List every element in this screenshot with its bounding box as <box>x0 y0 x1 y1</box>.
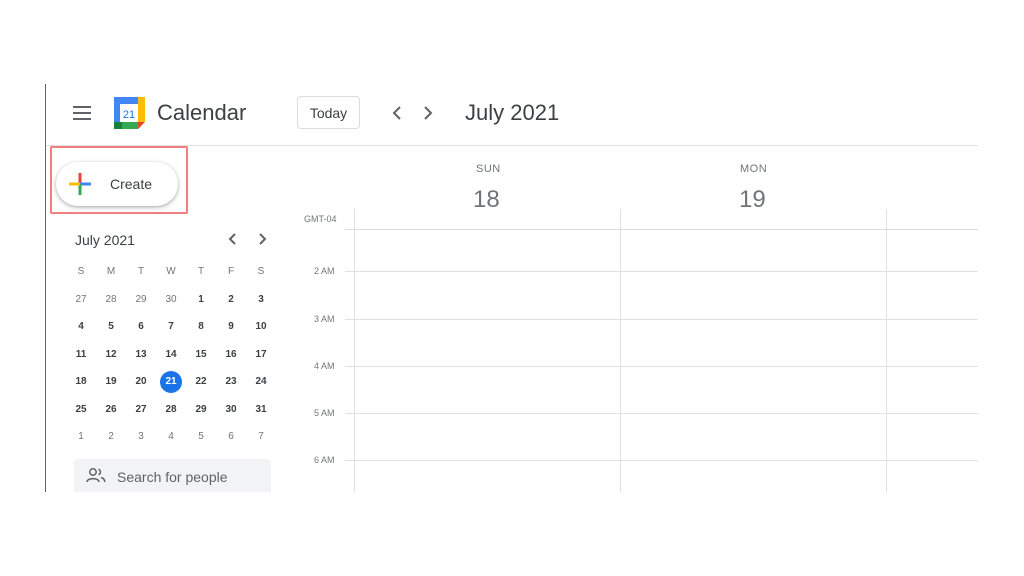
mini-day[interactable]: 27 <box>66 288 96 310</box>
day-number-sun[interactable]: 18 <box>473 186 500 214</box>
people-icon <box>86 468 106 483</box>
mini-day[interactable]: 26 <box>96 398 126 420</box>
mini-day[interactable]: 2 <box>96 426 126 448</box>
mini-day[interactable]: 16 <box>216 343 246 365</box>
mini-day[interactable]: 1 <box>66 426 96 448</box>
week-row: 27 28 29 30 1 2 3 <box>66 286 276 314</box>
mini-day[interactable]: 11 <box>66 343 96 365</box>
mini-calendar-grid: S M T W T F S 27 28 29 30 1 2 3 4 5 6 7 … <box>66 258 276 451</box>
mini-day-selected[interactable]: 21 <box>156 370 186 393</box>
mini-day[interactable]: 19 <box>96 371 126 393</box>
mini-day[interactable]: 30 <box>156 288 186 310</box>
mini-day[interactable]: 15 <box>186 343 216 365</box>
mini-day[interactable]: 31 <box>246 398 276 420</box>
mini-day[interactable]: 6 <box>216 426 246 448</box>
mini-day[interactable]: 3 <box>126 426 156 448</box>
mini-day[interactable]: 13 <box>126 343 156 365</box>
day-name-sun: SUN <box>476 163 501 175</box>
mini-day[interactable]: 5 <box>186 426 216 448</box>
create-button[interactable]: Create <box>56 162 178 206</box>
weekday-label: S <box>257 266 265 278</box>
mini-day[interactable]: 17 <box>246 343 276 365</box>
plus-icon <box>69 173 91 195</box>
mini-day[interactable]: 3 <box>246 288 276 310</box>
weekday-label: W <box>166 266 176 278</box>
week-row: 4 5 6 7 8 9 10 <box>66 313 276 341</box>
mini-day[interactable]: 2 <box>216 288 246 310</box>
mini-day[interactable]: 7 <box>246 426 276 448</box>
calendar-logo-icon: 21 <box>114 97 145 129</box>
time-label: 3 AM <box>314 314 335 324</box>
today-button[interactable]: Today <box>297 96 360 129</box>
week-row: 18 19 20 21 22 23 24 <box>66 368 276 396</box>
app-title: Calendar <box>157 100 247 125</box>
day-number-mon[interactable]: 19 <box>739 186 766 214</box>
mini-day[interactable]: 28 <box>156 398 186 420</box>
mini-day[interactable]: 6 <box>126 316 156 338</box>
mini-day[interactable]: 5 <box>96 316 126 338</box>
weekday-label: T <box>137 266 145 278</box>
time-label: 6 AM <box>314 455 335 465</box>
mini-day[interactable]: 23 <box>216 371 246 393</box>
mini-day[interactable]: 7 <box>156 316 186 338</box>
mini-day[interactable]: 4 <box>156 426 186 448</box>
mini-calendar-month: July 2021 <box>75 232 135 248</box>
weekday-label: M <box>106 266 116 278</box>
mini-day[interactable]: 12 <box>96 343 126 365</box>
mini-next-month-icon[interactable] <box>254 231 270 247</box>
weekday-label: S <box>77 266 85 278</box>
mini-day[interactable]: 22 <box>186 371 216 393</box>
day-name-mon: MON <box>740 163 768 175</box>
timezone-label: GMT-04 <box>304 214 337 224</box>
chevron-right-icon[interactable] <box>419 103 437 123</box>
week-row: 1 2 3 4 5 6 7 <box>66 423 276 451</box>
day-column-sun[interactable] <box>355 230 620 492</box>
weekday-label: F <box>227 266 235 278</box>
week-row: 25 26 27 28 29 30 31 <box>66 396 276 424</box>
mini-day[interactable]: 1 <box>186 288 216 310</box>
chevron-left-icon[interactable] <box>388 103 406 123</box>
logo-day: 21 <box>123 109 135 121</box>
create-label: Create <box>110 176 153 192</box>
mini-day[interactable]: 20 <box>126 371 156 393</box>
mini-day[interactable]: 25 <box>66 398 96 420</box>
time-label: 4 AM <box>314 361 335 371</box>
mini-day[interactable]: 4 <box>66 316 96 338</box>
mini-prev-month-icon[interactable] <box>225 231 241 247</box>
mini-day[interactable]: 27 <box>126 398 156 420</box>
mini-day[interactable]: 28 <box>96 288 126 310</box>
search-people-input[interactable]: Search for people <box>74 459 271 492</box>
mini-day[interactable]: 29 <box>126 288 156 310</box>
weekday-label: T <box>197 266 205 278</box>
mini-day[interactable]: 18 <box>66 371 96 393</box>
mini-day[interactable]: 29 <box>186 398 216 420</box>
week-row: 11 12 13 14 15 16 17 <box>66 341 276 369</box>
mini-day[interactable]: 24 <box>246 371 276 393</box>
time-label: 5 AM <box>314 408 335 418</box>
mini-day[interactable]: 30 <box>216 398 246 420</box>
time-label: 2 AM <box>314 266 335 276</box>
current-period: July 2021 <box>465 100 560 125</box>
mini-day[interactable]: 9 <box>216 316 246 338</box>
mini-day[interactable]: 14 <box>156 343 186 365</box>
mini-day[interactable]: 8 <box>186 316 216 338</box>
search-people-placeholder: Search for people <box>117 469 228 485</box>
menu-icon[interactable] <box>73 106 91 120</box>
weekday-row: S M T W T F S <box>66 258 276 286</box>
day-column-mon[interactable] <box>621 230 886 492</box>
column-divider <box>886 209 887 492</box>
selected-day-label: 21 <box>165 376 177 388</box>
mini-day[interactable]: 10 <box>246 316 276 338</box>
